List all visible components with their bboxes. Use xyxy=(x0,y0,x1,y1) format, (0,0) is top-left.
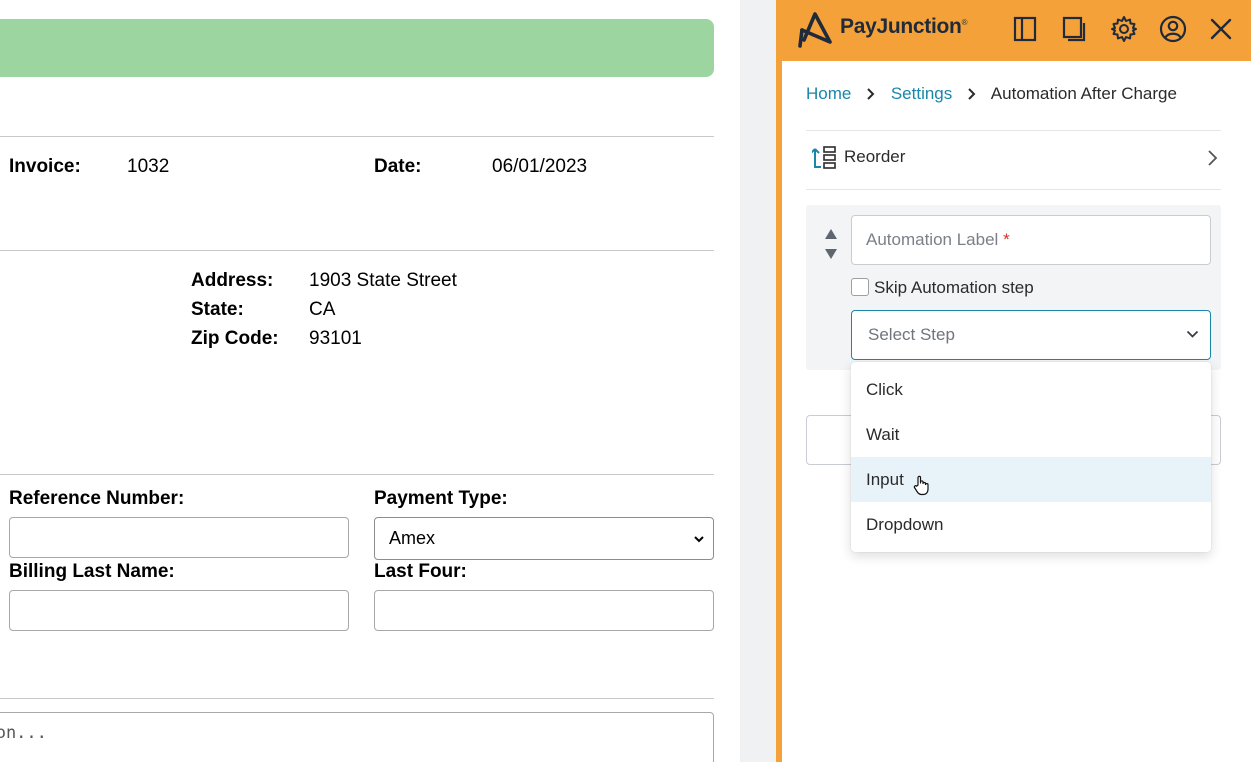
brand-name: PayJunction® xyxy=(840,15,967,39)
step-option-click[interactable]: Click xyxy=(851,367,1211,412)
breadcrumb-settings-link[interactable]: Settings xyxy=(891,84,952,103)
invoice-page: Invoice: 1032 Date: 06/01/2023 Address: … xyxy=(0,0,740,762)
breadcrumb-home-link[interactable]: Home xyxy=(806,84,851,103)
select-step-dropdown[interactable]: Select Step xyxy=(851,310,1211,360)
page-gutter xyxy=(740,0,776,762)
last-four-input[interactable] xyxy=(374,590,714,631)
chevron-right-icon xyxy=(968,88,976,100)
invoice-label: Invoice: xyxy=(9,156,81,177)
brand-mark: ® xyxy=(961,18,968,27)
skip-automation-row: Skip Automation step xyxy=(851,278,1034,298)
step-option-input[interactable]: Input xyxy=(851,457,1211,502)
move-up-arrow-icon[interactable] xyxy=(824,228,838,240)
user-account-icon[interactable] xyxy=(1158,14,1188,44)
breadcrumb: Home Settings Automation After Charge xyxy=(806,84,1177,104)
divider xyxy=(806,189,1221,190)
breadcrumb-current: Automation After Charge xyxy=(990,84,1177,103)
address-value: 1903 State Street xyxy=(309,270,457,291)
address-label: Address: xyxy=(191,270,274,291)
zip-label: Zip Code: xyxy=(191,328,279,349)
skip-automation-label: Skip Automation step xyxy=(874,278,1034,297)
payment-type-label: Payment Type: xyxy=(374,488,508,509)
chevron-down-icon xyxy=(1186,330,1199,338)
notes-placeholder: ction... xyxy=(0,723,47,743)
chevron-right-icon xyxy=(1208,150,1218,166)
hand-cursor-icon xyxy=(913,475,929,496)
close-icon[interactable] xyxy=(1206,14,1236,44)
automation-label-input[interactable]: Automation Label * xyxy=(851,215,1211,265)
chevron-right-icon xyxy=(867,88,875,100)
popout-window-icon[interactable] xyxy=(1059,14,1089,44)
reorder-button[interactable]: Reorder xyxy=(806,131,1221,185)
chevron-down-icon xyxy=(694,536,704,543)
reference-number-label: Reference Number: xyxy=(9,488,185,509)
automation-panel: PayJunction® Home Settings Automation Af… xyxy=(776,0,1251,762)
step-option-dropdown[interactable]: Dropdown xyxy=(851,502,1211,547)
billing-last-name-input[interactable] xyxy=(9,590,349,631)
automation-label-placeholder: Automation Label xyxy=(866,230,999,249)
notes-textarea[interactable]: ction... xyxy=(0,712,714,762)
date-label: Date: xyxy=(374,156,422,177)
sidebar-layout-icon[interactable] xyxy=(1010,14,1040,44)
panel-header: PayJunction® xyxy=(782,0,1251,61)
invoice-number: 1032 xyxy=(127,156,170,177)
reorder-label: Reorder xyxy=(844,147,906,166)
state-label: State: xyxy=(191,299,244,320)
date-value: 06/01/2023 xyxy=(492,156,588,177)
divider xyxy=(0,474,714,475)
required-asterisk: * xyxy=(1003,230,1010,249)
divider xyxy=(0,250,714,251)
reference-number-input[interactable] xyxy=(9,517,349,558)
payjunction-logo-icon xyxy=(798,12,832,48)
select-step-placeholder: Select Step xyxy=(868,325,955,344)
move-down-arrow-icon[interactable] xyxy=(824,248,838,260)
step-option-wait[interactable]: Wait xyxy=(851,412,1211,457)
automation-step-card: Automation Label * Skip Automation step … xyxy=(806,205,1221,370)
reorder-icon xyxy=(812,146,836,169)
zip-value: 93101 xyxy=(309,328,362,349)
state-value: CA xyxy=(309,299,336,320)
billing-last-name-label: Billing Last Name: xyxy=(9,561,175,582)
brand-text: PayJunction xyxy=(840,15,962,38)
divider xyxy=(0,136,714,137)
status-banner xyxy=(0,19,714,77)
last-four-label: Last Four: xyxy=(374,561,467,582)
payment-type-value: Amex xyxy=(389,528,436,548)
divider xyxy=(0,698,714,699)
select-step-menu: Click Wait Input Dropdown xyxy=(851,362,1211,552)
payment-type-select[interactable]: Amex xyxy=(374,517,714,560)
skip-automation-checkbox[interactable] xyxy=(851,278,869,296)
settings-gear-icon[interactable] xyxy=(1109,14,1139,44)
